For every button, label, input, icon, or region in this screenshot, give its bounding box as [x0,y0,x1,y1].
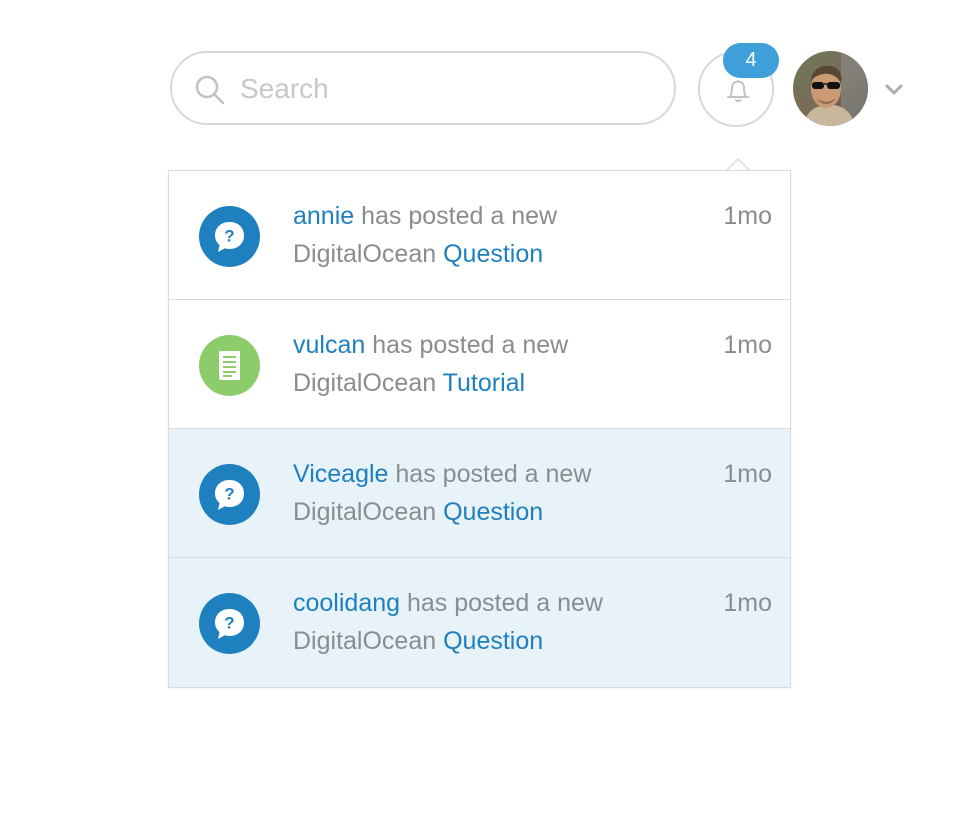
notification-action: has posted a new [395,460,592,488]
notification-item-unread[interactable]: ? coolidang has posted a new DigitalOcea… [169,558,790,687]
notification-item[interactable]: vulcan has posted a new DigitalOcean Tut… [169,300,790,429]
notification-time: 1mo [723,460,772,488]
notification-item-unread[interactable]: ? Viceagle has posted a new DigitalOcean… [169,429,790,558]
question-bubble-icon: ? [199,593,260,654]
svg-text:?: ? [224,485,234,504]
notification-type-link[interactable]: Question [443,498,543,526]
notification-type-link[interactable]: Question [443,627,543,655]
search-box[interactable] [170,51,676,125]
notification-user-link[interactable]: coolidang [293,589,400,617]
document-icon [199,335,260,396]
notification-user-link[interactable]: annie [293,202,354,230]
notification-action: has posted a new [361,202,558,230]
notification-user-link[interactable]: vulcan [293,331,365,359]
notification-count-badge[interactable]: 4 [723,43,779,78]
notification-site: DigitalOcean [293,627,437,655]
top-bar: 4 [0,0,960,160]
notification-type-link[interactable]: Tutorial [443,369,525,397]
question-bubble-icon: ? [199,464,260,525]
notification-text: Viceagle has posted a new DigitalOcean Q… [293,455,713,531]
question-bubble-icon: ? [199,206,260,267]
svg-text:?: ? [224,614,234,633]
notification-user-link[interactable]: Viceagle [293,460,388,488]
notification-action: has posted a new [406,589,603,617]
notification-type-link[interactable]: Question [443,240,543,268]
chevron-down-icon[interactable] [884,82,904,98]
notification-time: 1mo [723,331,772,359]
search-input[interactable] [238,65,662,113]
notification-action: has posted a new [372,331,569,359]
avatar-photo [793,51,868,126]
notification-site: DigitalOcean [293,498,437,526]
notifications-dropdown: ? annie has posted a new DigitalOcean Qu… [168,170,791,688]
search-icon [195,75,225,105]
notification-site: DigitalOcean [293,240,437,268]
notification-time: 1mo [723,202,772,230]
notification-site: DigitalOcean [293,369,437,397]
svg-text:?: ? [224,227,234,246]
notification-item[interactable]: ? annie has posted a new DigitalOcean Qu… [169,171,790,300]
notification-text: annie has posted a new DigitalOcean Ques… [293,197,713,273]
bell-icon [727,80,749,102]
notification-text: coolidang has posted a new DigitalOcean … [293,584,713,660]
notification-time: 1mo [723,589,772,617]
user-avatar[interactable] [793,51,868,126]
notification-text: vulcan has posted a new DigitalOcean Tut… [293,326,713,402]
